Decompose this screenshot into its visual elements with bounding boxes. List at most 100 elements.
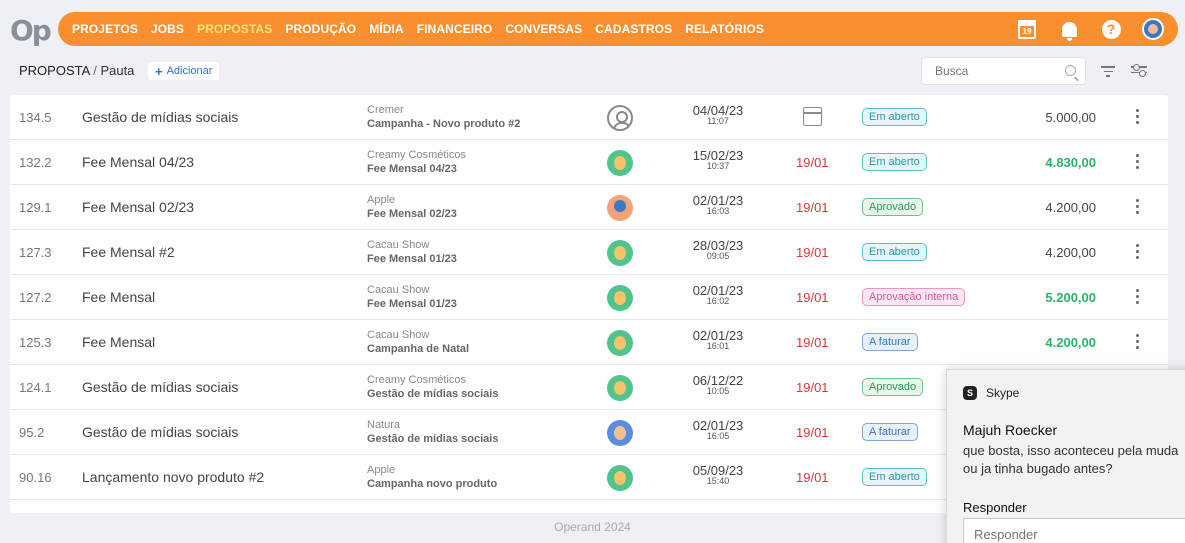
skype-message-line: que bosta, isso aconteceu pela muda <box>963 443 1179 458</box>
row-more-icon[interactable] <box>1136 109 1140 125</box>
row-client: Apple <box>367 464 396 476</box>
table-row[interactable]: 129.1 Fee Mensal 02/23 Apple Fee Mensal 02/… <box>10 185 1168 230</box>
status-badge[interactable]: Em aberto <box>862 468 927 486</box>
status-badge[interactable]: Em aberto <box>862 153 927 171</box>
skype-notification[interactable]: S Skype Majuh Roecker que bosta, isso ac… <box>946 369 1185 543</box>
add-button[interactable]: + Adicionar <box>148 62 220 80</box>
breadcrumb-separator: / <box>93 63 97 78</box>
responsible-avatar[interactable] <box>607 465 633 491</box>
row-code: 127.2 <box>19 290 52 305</box>
table-row[interactable]: 127.3 Fee Mensal #2 Cacau Show Fee Mensal 0… <box>10 230 1168 275</box>
nav-item-5[interactable]: FINANCEIRO <box>417 22 493 36</box>
responsible-avatar[interactable] <box>607 330 633 356</box>
row-code: 127.3 <box>19 245 52 260</box>
row-date: 02/01/23 16:03 <box>680 194 756 216</box>
row-project: Campanha de Natal <box>367 343 470 355</box>
row-title[interactable]: Fee Mensal 04/23 <box>82 154 194 170</box>
nav-item-1[interactable]: JOBS <box>151 22 184 36</box>
row-more-icon[interactable] <box>1136 334 1140 350</box>
sliders-icon <box>1131 64 1147 70</box>
row-value: 4.200,00 <box>1045 245 1096 260</box>
row-title[interactable]: Fee Mensal <box>82 289 155 305</box>
nav-item-4[interactable]: MÍDIA <box>369 22 404 36</box>
skype-reply-input[interactable] <box>963 518 1185 543</box>
calendar-button[interactable]: 19 <box>1014 16 1040 42</box>
filter-icon <box>1101 66 1115 68</box>
nav-item-6[interactable]: CONVERSAS <box>505 22 582 36</box>
search-icon[interactable] <box>1065 65 1076 76</box>
table-row[interactable]: 134.5 Gestão de mídias sociais Cremer Campa… <box>10 95 1168 140</box>
row-project: Fee Mensal 02/23 <box>367 208 457 220</box>
row-title[interactable]: Gestão de mídias sociais <box>82 379 238 395</box>
responsible-avatar[interactable] <box>607 150 633 176</box>
row-value: 5.000,00 <box>1045 110 1096 125</box>
nav-item-7[interactable]: CADASTROS <box>595 22 672 36</box>
row-more-icon[interactable] <box>1136 199 1140 215</box>
row-title[interactable]: Fee Mensal 02/23 <box>82 199 194 215</box>
nav-item-3[interactable]: PRODUÇÃO <box>285 22 356 36</box>
user-placeholder-icon[interactable] <box>607 105 633 131</box>
responsible-avatar[interactable] <box>607 375 633 401</box>
status-badge[interactable]: Aprovação interna <box>862 288 966 306</box>
row-deadline: 19/01 <box>796 200 829 215</box>
status-badge[interactable]: A faturar <box>862 423 918 441</box>
row-client: Apple <box>367 194 396 206</box>
status-badge[interactable]: A faturar <box>862 333 918 351</box>
table-row[interactable]: 132.2 Fee Mensal 04/23 Creamy Cosméticos Fe… <box>10 140 1168 185</box>
row-title[interactable]: Gestão de mídias sociais <box>82 109 238 125</box>
row-code: 124.1 <box>19 380 52 395</box>
responsible-avatar[interactable] <box>607 195 633 221</box>
sliders-icon-line <box>1131 70 1147 76</box>
breadcrumb: PROPOSTA / Pauta <box>19 63 134 78</box>
settings-sliders-button[interactable] <box>1131 64 1147 78</box>
status-badge[interactable]: Em aberto <box>862 108 927 126</box>
row-value: 5.200,00 <box>1045 290 1096 305</box>
row-date: 04/04/23 11:07 <box>680 104 756 126</box>
row-title[interactable]: Fee Mensal #2 <box>82 244 175 260</box>
nav-item-0[interactable]: PROJETOS <box>72 22 138 36</box>
table-row[interactable]: 127.2 Fee Mensal Cacau Show Fee Mensal 01/2… <box>10 275 1168 320</box>
row-time: 16:02 <box>706 296 730 306</box>
row-date: 06/12/22 10:05 <box>680 374 756 396</box>
row-client: Natura <box>367 419 401 431</box>
search-input[interactable] <box>921 57 1086 85</box>
row-value: 4.830,00 <box>1045 155 1096 170</box>
filter-icon-line <box>1106 75 1110 77</box>
row-more-icon[interactable] <box>1136 244 1140 260</box>
row-more-icon[interactable] <box>1136 289 1140 305</box>
row-project: Fee Mensal 04/23 <box>367 163 457 175</box>
row-project: Campanha - Novo produto #2 <box>367 118 521 130</box>
responsible-avatar[interactable] <box>607 285 633 311</box>
row-time: 09:05 <box>706 251 730 261</box>
row-time: 16:03 <box>706 206 730 216</box>
help-button[interactable]: ? <box>1098 16 1124 42</box>
status-badge[interactable]: Aprovado <box>862 378 924 396</box>
row-more-icon[interactable] <box>1136 154 1140 170</box>
row-time: 10:05 <box>706 386 730 396</box>
nav-item-2[interactable]: PROPOSTAS <box>197 22 272 36</box>
status-badge[interactable]: Em aberto <box>862 243 927 261</box>
table-row[interactable]: 125.3 Fee Mensal Cacau Show Campanha de Nat… <box>10 320 1168 365</box>
bell-icon <box>1061 21 1077 41</box>
row-title[interactable]: Gestão de mídias sociais <box>82 424 238 440</box>
row-code: 132.2 <box>19 155 52 170</box>
user-menu-button[interactable] <box>1140 16 1166 42</box>
breadcrumb-section[interactable]: PROPOSTA <box>19 63 90 78</box>
row-code: 95.2 <box>19 425 45 440</box>
row-project: Campanha novo produto <box>367 478 498 490</box>
filter-button[interactable] <box>1101 66 1115 78</box>
calendar-day: 19 <box>1022 26 1032 36</box>
row-project: Fee Mensal 01/23 <box>367 298 457 310</box>
row-title[interactable]: Fee Mensal <box>82 334 155 350</box>
row-title[interactable]: Lançamento novo produto #2 <box>82 469 264 485</box>
row-date: 15/02/23 10:37 <box>680 149 756 171</box>
skype-message: que bosta, isso aconteceu pela muda ou j… <box>963 442 1185 478</box>
nav-item-8[interactable]: RELATÓRIOS <box>685 22 764 36</box>
responsible-avatar[interactable] <box>607 240 633 266</box>
responsible-avatar[interactable] <box>607 420 633 446</box>
app-logo[interactable]: Op <box>10 14 52 47</box>
status-badge[interactable]: Aprovado <box>862 198 924 216</box>
calendar-icon[interactable] <box>803 107 822 126</box>
notifications-button[interactable] <box>1056 16 1082 42</box>
row-code: 125.3 <box>19 335 52 350</box>
